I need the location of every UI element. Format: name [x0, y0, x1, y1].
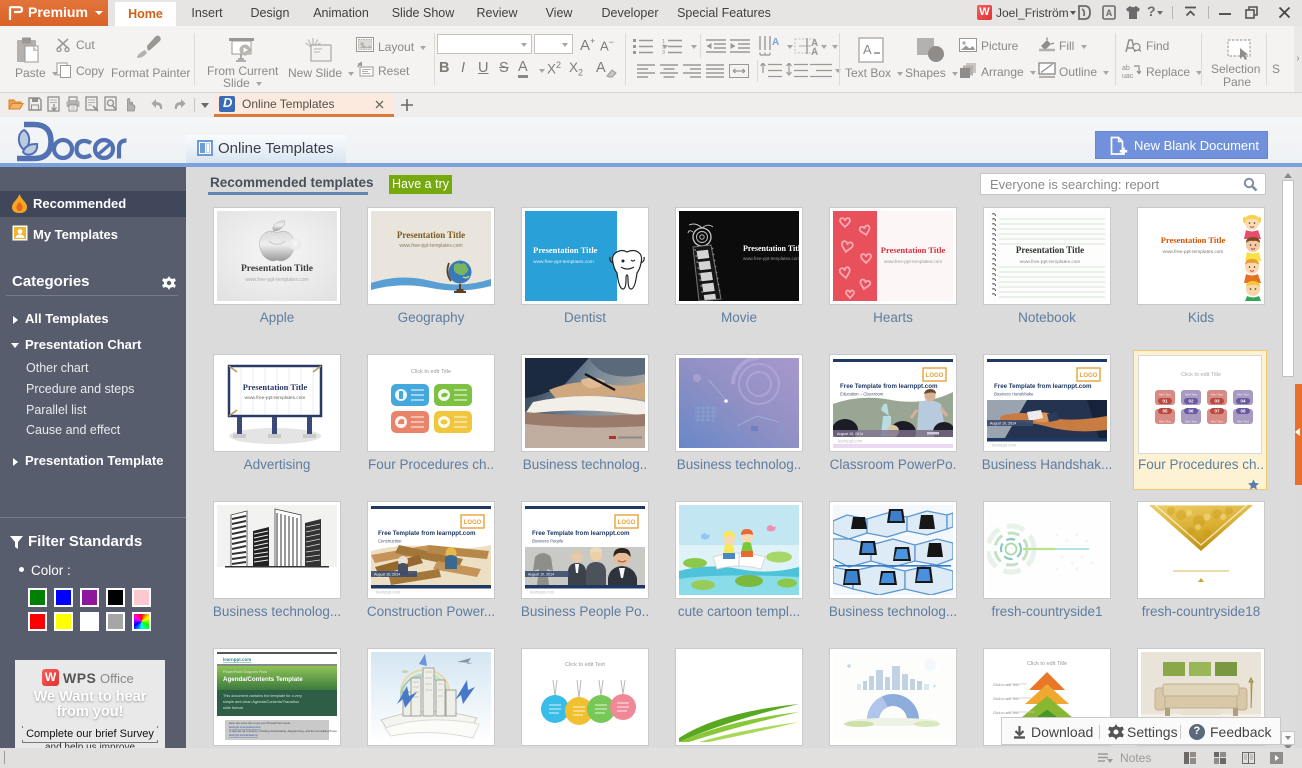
- svg-text:Click to edit Text: Click to edit Text: [565, 662, 605, 668]
- svg-text:Presentation Title: Presentation Title: [241, 264, 313, 274]
- svg-text:Mini Text: Mini Text: [1211, 393, 1223, 397]
- svg-text:01: 01: [1162, 399, 1168, 404]
- svg-text:www.free-ppt-templates.com: www.free-ppt-templates.com: [245, 395, 306, 401]
- svg-text:A: A: [772, 37, 779, 48]
- svg-text:August 10, 2014: August 10, 2014: [374, 573, 400, 577]
- svg-text:learnppt.com: learnppt.com: [223, 657, 251, 662]
- svg-text:LOGO: LOGO: [464, 520, 482, 526]
- svg-text:August 10, 2014: August 10, 2014: [990, 422, 1016, 426]
- svg-text:Mini Text: Mini Text: [1237, 420, 1249, 424]
- svg-text:Mini Text: Mini Text: [1159, 420, 1171, 424]
- svg-text:Mini Text: Mini Text: [1159, 393, 1171, 397]
- svg-text:Mini Text: Mini Text: [1185, 420, 1197, 424]
- svg-text:Click to add Text: Click to add Text: [993, 697, 1019, 701]
- svg-text:Click to add Text: Click to add Text: [993, 683, 1019, 687]
- svg-text:www.free-ppt-templates.com: www.free-ppt-templates.com: [399, 243, 462, 249]
- svg-text:Free Template from learnppt.co: Free Template from learnppt.com: [840, 383, 938, 390]
- svg-text:learnppt.com: learnppt.com: [376, 590, 401, 595]
- svg-text:Presentation Title: Presentation Title: [881, 245, 946, 255]
- svg-text:3: 3: [662, 50, 665, 54]
- svg-text:PowerPoint Diagram Pack: PowerPoint Diagram Pack: [223, 670, 267, 674]
- svg-text:simple and clean Agenda/Conten: simple and clean Agenda/Contents/Transit…: [223, 700, 299, 704]
- svg-text:Mini Text: Mini Text: [1211, 420, 1223, 424]
- svg-text:A: A: [863, 42, 872, 57]
- svg-text:Construction: Construction: [378, 539, 402, 544]
- svg-text:A: A: [1106, 8, 1113, 18]
- svg-text:Click to edit Title: Click to edit Title: [1181, 372, 1221, 378]
- svg-text:08: 08: [1240, 409, 1246, 414]
- svg-text:Presentation Title: Presentation Title: [533, 245, 598, 255]
- svg-text:www.free-ppt-templates.com: www.free-ppt-templates.com: [245, 277, 308, 283]
- svg-text:LOGO: LOGO: [618, 520, 636, 526]
- svg-text:05: 05: [1162, 409, 1168, 414]
- svg-text:www.free-ppt-templates.com: www.free-ppt-templates.com: [884, 259, 942, 264]
- svg-text:learnppt.com/academy/: learnppt.com/academy/: [229, 733, 258, 737]
- svg-text:07: 07: [1214, 409, 1220, 414]
- svg-text:Presentation Title: Presentation Title: [397, 230, 465, 240]
- svg-text:Mini Text: Mini Text: [1185, 393, 1197, 397]
- svg-text:This document contains the tem: This document contains the template for …: [223, 694, 302, 698]
- svg-text:learnppt.com: learnppt.com: [992, 443, 1017, 448]
- svg-text:learnppt.com: learnppt.com: [530, 590, 555, 595]
- svg-text:www.free-ppt-templates.com: www.free-ppt-templates.com: [743, 256, 799, 261]
- svg-text:slide format.: slide format.: [223, 706, 244, 710]
- svg-text:Presentation Title: Presentation Title: [243, 382, 308, 392]
- svg-text:Business Handshake: Business Handshake: [994, 392, 1034, 397]
- svg-text:Click to add Text: Click to add Text: [993, 711, 1019, 715]
- svg-text:04: 04: [1240, 399, 1246, 404]
- svg-text:06: 06: [1188, 409, 1194, 414]
- svg-text:A: A: [811, 47, 818, 56]
- svg-text:Business People: Business People: [532, 539, 564, 544]
- svg-text:Free Template from learnppt.co: Free Template from learnppt.com: [994, 383, 1092, 390]
- svg-text:uac: uac: [1122, 73, 1134, 78]
- svg-text:Presentation Title: Presentation Title: [743, 244, 799, 253]
- svg-text:LOGO: LOGO: [926, 373, 944, 379]
- svg-text:ab: ab: [1122, 65, 1130, 72]
- svg-text:Free Template from learnppt.co: Free Template from learnppt.com: [378, 530, 476, 537]
- svg-text:Education – Classroom: Education – Classroom: [840, 392, 884, 397]
- svg-text:learnppt.com: learnppt.com: [838, 439, 863, 444]
- svg-text:Presentation Title: Presentation Title: [1016, 245, 1084, 255]
- svg-text:Mini Text: Mini Text: [1237, 393, 1249, 397]
- svg-text:03: 03: [1214, 399, 1220, 404]
- svg-text:LOGO: LOGO: [1080, 373, 1098, 379]
- svg-text:www.free-ppt-templates.com: www.free-ppt-templates.com: [533, 259, 594, 265]
- svg-text:Click to edit Title: Click to edit Title: [1027, 661, 1067, 667]
- svg-text:Agenda/Contents Template: Agenda/Contents Template: [223, 676, 303, 683]
- svg-text:www.free-ppt-templates.com: www.free-ppt-templates.com: [1020, 259, 1081, 265]
- svg-text:August 10, 2014: August 10, 2014: [837, 432, 863, 436]
- svg-text:Click to edit Title: Click to edit Title: [411, 369, 451, 375]
- svg-text:02: 02: [1188, 399, 1194, 404]
- svg-text:Free Template from learnppt.co: Free Template from learnppt.com: [532, 530, 630, 537]
- svg-text:August 10, 2014: August 10, 2014: [528, 573, 554, 577]
- svg-text:Presentation Title: Presentation Title: [1161, 235, 1226, 245]
- svg-text:www.free-ppt-templates.com: www.free-ppt-templates.com: [1163, 249, 1224, 255]
